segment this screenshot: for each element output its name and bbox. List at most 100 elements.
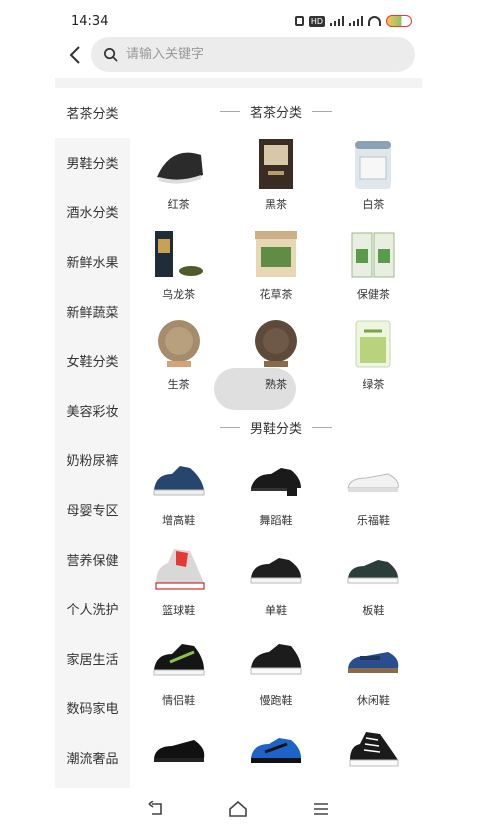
category-grid: 红茶 黑茶 白茶乌龙茶 花草茶 保健茶生茶 熟茶 绿茶 <box>130 134 422 404</box>
back-button[interactable] <box>63 41 87 69</box>
sidebar-item[interactable]: 家居生活 <box>55 634 130 684</box>
category-item-label: 熟茶 <box>264 378 287 391</box>
health-tea-bags-icon <box>343 226 403 282</box>
category-content: 茗茶分类红茶 黑茶 白茶乌龙茶 花草茶 保健茶生茶 熟茶 绿茶男鞋分类增高鞋 舞蹈鞋 乐福鞋篮球… <box>130 88 422 788</box>
section-title-text: 男鞋分类 <box>249 421 302 437</box>
black-tea-cake-icon <box>149 136 209 192</box>
category-item[interactable]: 增高鞋 <box>130 450 227 540</box>
herbal-tea-jar-icon <box>246 226 306 282</box>
home-icon <box>229 801 248 817</box>
header-divider <box>55 78 422 88</box>
category-item-label: 白茶 <box>362 198 385 211</box>
leisure-shoe-icon <box>343 632 403 688</box>
casual-shoe-icon <box>246 542 306 598</box>
running-shoe-icon <box>246 722 306 778</box>
title-line-left <box>219 426 240 428</box>
jogging-shoe-icon <box>246 632 306 688</box>
battery-icon <box>386 15 412 27</box>
category-item[interactable]: 篮球鞋 <box>130 540 227 630</box>
category-item-label: 绿茶 <box>362 378 385 391</box>
category-item[interactable]: 板鞋 <box>325 540 422 630</box>
signal-2-icon <box>349 16 363 26</box>
category-item-label: 情侣鞋 <box>162 694 196 707</box>
category-item[interactable]: 红茶 <box>130 134 227 224</box>
signal-icon <box>330 16 344 26</box>
category-item[interactable] <box>227 720 324 788</box>
vibrate-icon <box>294 16 304 26</box>
sidebar-item[interactable]: 个人洗护 <box>55 584 130 634</box>
section-title: 茗茶分类 <box>130 88 422 134</box>
sidebar-item[interactable]: 美容彩妆 <box>55 386 130 436</box>
category-item[interactable]: 生茶 <box>130 314 227 404</box>
category-item[interactable]: 单鞋 <box>227 540 324 630</box>
search-input[interactable] <box>126 47 396 62</box>
sidebar-item[interactable]: 新鲜水果 <box>55 237 130 287</box>
sidebar-item[interactable]: 母婴专区 <box>55 485 130 535</box>
status-time: 14:34 <box>71 14 109 29</box>
oolong-tea-package-icon <box>149 226 209 282</box>
hd-icon: HD <box>308 15 325 27</box>
category-item[interactable]: 绿茶 <box>325 314 422 404</box>
sidebar-item[interactable]: 女鞋分类 <box>55 336 130 386</box>
category-item-label: 慢跑鞋 <box>259 694 293 707</box>
category-grid: 增高鞋 舞蹈鞋 乐福鞋篮球鞋 单鞋 板鞋情侣鞋 慢跑鞋 休闲鞋 <box>130 450 422 788</box>
ripe-puer-cake-icon <box>246 316 306 372</box>
category-item-label: 板鞋 <box>362 604 385 617</box>
sidebar-item[interactable]: 奶粉尿裤 <box>55 435 130 485</box>
basketball-shoe-icon <box>149 542 209 598</box>
category-item-label: 休闲鞋 <box>356 694 390 707</box>
category-item[interactable]: 情侣鞋 <box>130 630 227 720</box>
status-bar: 14:34 HD <box>55 0 422 36</box>
nav-back-button[interactable] <box>141 794 171 824</box>
dance-shoe-icon <box>246 452 306 508</box>
skate-shoe-icon <box>343 542 403 598</box>
category-item-label: 增高鞋 <box>162 514 196 527</box>
sidebar-item[interactable]: 数码家电 <box>55 683 130 733</box>
dark-tea-box-icon <box>246 136 306 192</box>
title-line-right <box>312 426 332 428</box>
category-item-label: 单鞋 <box>264 604 287 617</box>
raw-puer-cake-icon <box>149 316 209 372</box>
category-item-label: 舞蹈鞋 <box>259 514 293 527</box>
category-item[interactable]: 舞蹈鞋 <box>227 450 324 540</box>
canvas-shoe-icon <box>343 722 403 778</box>
category-item[interactable]: 保健茶 <box>325 224 422 314</box>
title-line-left <box>219 110 240 112</box>
category-item-label: 黑茶 <box>264 198 287 211</box>
category-item[interactable]: 乐福鞋 <box>325 450 422 540</box>
category-item[interactable] <box>325 720 422 788</box>
sidebar-item[interactable]: 茗茶分类 <box>55 88 130 138</box>
nav-home-button[interactable] <box>223 794 253 824</box>
search-icon <box>104 48 118 62</box>
category-item-label: 花草茶 <box>259 288 293 301</box>
sidebar-item[interactable]: 男鞋分类 <box>55 138 130 188</box>
couple-shoe-icon <box>149 632 209 688</box>
chevron-left-icon <box>69 46 80 64</box>
loafer-shoe-icon <box>343 452 403 508</box>
category-item[interactable]: 黑茶 <box>227 134 324 224</box>
system-nav-bar <box>55 788 422 830</box>
search-header <box>55 36 422 78</box>
category-item[interactable]: 乌龙茶 <box>130 224 227 314</box>
sidebar-item[interactable]: 潮流奢品 <box>55 733 130 783</box>
category-sidebar: 茗茶分类 男鞋分类 酒水分类 新鲜水果 新鲜蔬菜 女鞋分类 美容彩妆 奶粉尿裤 母婴专区 营养保健… <box>55 88 130 788</box>
menu-icon <box>313 803 328 815</box>
category-item-label: 乐福鞋 <box>356 514 390 527</box>
section-title-text: 茗茶分类 <box>249 105 302 121</box>
sidebar-item[interactable]: 营养保健 <box>55 534 130 584</box>
formal-shoe-icon <box>149 722 209 778</box>
category-item[interactable]: 熟茶 <box>227 314 324 404</box>
category-item[interactable]: 白茶 <box>325 134 422 224</box>
sidebar-item[interactable]: 新鲜蔬菜 <box>55 286 130 336</box>
sidebar-item[interactable]: 酒水分类 <box>55 187 130 237</box>
white-tea-tin-icon <box>343 136 403 192</box>
green-tea-glass-icon <box>343 316 403 372</box>
category-item-label: 保健茶 <box>356 288 390 301</box>
category-item[interactable] <box>130 720 227 788</box>
elevator-shoe-icon <box>149 452 209 508</box>
category-item[interactable]: 休闲鞋 <box>325 630 422 720</box>
search-box[interactable] <box>91 37 415 72</box>
nav-menu-button[interactable] <box>306 794 336 824</box>
category-item[interactable]: 慢跑鞋 <box>227 630 324 720</box>
category-item[interactable]: 花草茶 <box>227 224 324 314</box>
